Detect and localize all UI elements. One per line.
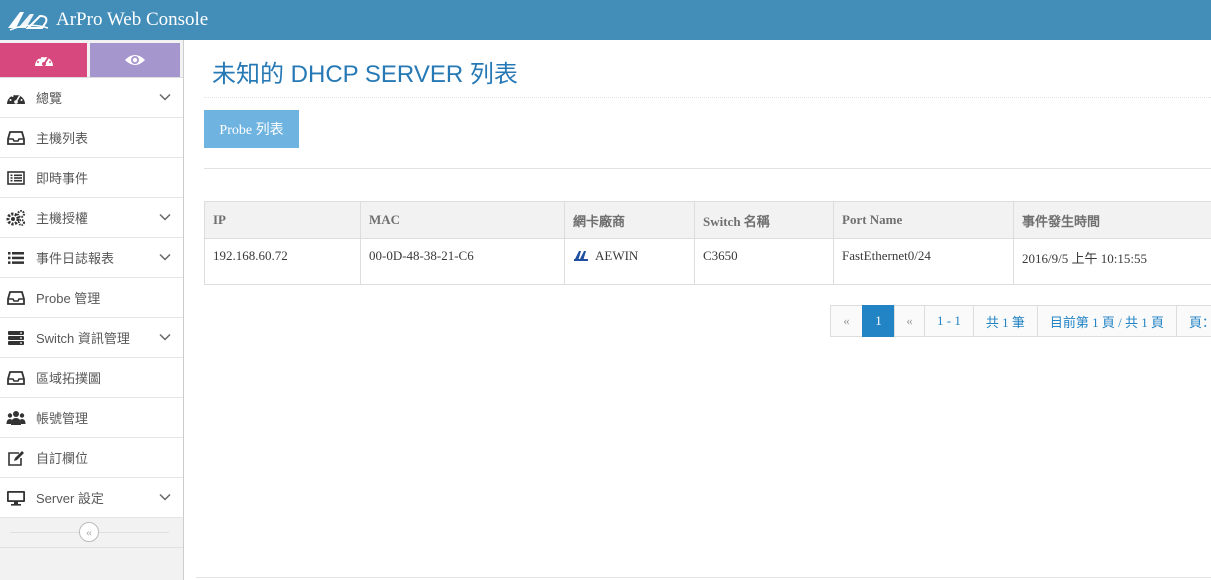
shortcut-eye-button[interactable] bbox=[90, 43, 180, 77]
column-header-mac[interactable]: MAC bbox=[360, 201, 565, 239]
chevron-down-icon bbox=[159, 93, 171, 101]
column-header-port-name[interactable]: Port Name bbox=[833, 201, 1014, 239]
probe-list-button[interactable]: Probe 列表 bbox=[204, 110, 299, 148]
cogs-icon bbox=[6, 208, 26, 228]
inbox-icon bbox=[6, 288, 26, 308]
sidebar-item-label: 主機授權 bbox=[36, 211, 89, 226]
sidebar-item-host-license[interactable]: 主機授權 bbox=[0, 198, 183, 238]
inbox-icon bbox=[6, 128, 26, 148]
pagination-page-info: 目前第 1 頁 / 共 1 頁 bbox=[1036, 305, 1177, 337]
sidebar-item-event-log-report[interactable]: 事件日誌報表 bbox=[0, 238, 183, 278]
sidebar-item-server-settings[interactable]: Server 設定 bbox=[0, 478, 183, 518]
cell-port-name: FastEthernet0/24 bbox=[833, 238, 1014, 285]
sidebar-item-label: 總覽 bbox=[36, 91, 63, 106]
divider bbox=[196, 577, 1211, 578]
top-navbar: ArPro Web Console bbox=[0, 0, 1211, 40]
cell-mac: 00-0D-48-38-21-C6 bbox=[360, 238, 565, 285]
sidebar-item-account-management[interactable]: 帳號管理 bbox=[0, 398, 183, 438]
sidebar-item-label: 帳號管理 bbox=[36, 411, 89, 426]
list-alt-icon bbox=[6, 168, 26, 188]
main-content: 未知的 DHCP SERVER 列表 Probe 列表 IP MAC 網卡廠商 … bbox=[196, 40, 1211, 580]
sidebar-item-label: 主機列表 bbox=[36, 131, 89, 146]
chevron-down-icon bbox=[159, 253, 171, 261]
column-header-event-time[interactable]: 事件發生時間 bbox=[1013, 201, 1211, 239]
chevron-down-icon bbox=[159, 333, 171, 341]
pagination-prev-button[interactable]: « bbox=[894, 305, 925, 337]
pagination-first-button[interactable]: « bbox=[830, 305, 863, 337]
sidebar-item-label: Probe 管理 bbox=[36, 291, 101, 306]
page-title: 未知的 DHCP SERVER 列表 bbox=[212, 61, 518, 88]
sidebar-item-label: Server 設定 bbox=[36, 491, 104, 506]
list-icon bbox=[6, 248, 26, 268]
aewin-logo-icon bbox=[574, 251, 588, 261]
sidebar: 總覽 主機列表 即時事件 主機授權 事件日誌報表 Probe 管理 Switch… bbox=[0, 40, 184, 580]
pagination-total: 共 1 筆 bbox=[972, 305, 1038, 337]
shortcut-dashboard-button[interactable] bbox=[0, 43, 87, 77]
sidebar-nav: 總覽 主機列表 即時事件 主機授權 事件日誌報表 Probe 管理 Switch… bbox=[0, 78, 183, 518]
column-header-switch-name[interactable]: Switch 名稱 bbox=[694, 201, 834, 239]
dhcp-server-table: IP MAC 網卡廠商 Switch 名稱 Port Name 事件發生時間 1… bbox=[204, 201, 1211, 285]
cell-event-time: 2016/9/5 上午 10:15:55 bbox=[1013, 238, 1211, 285]
vendor-cell-content: AEWIN bbox=[573, 248, 694, 264]
sidebar-item-host-list[interactable]: 主機列表 bbox=[0, 118, 183, 158]
sidebar-item-label: 自訂欄位 bbox=[36, 451, 89, 466]
collapse-sidebar-button[interactable]: « bbox=[79, 522, 99, 542]
sidebar-collapse-bar: « bbox=[0, 518, 183, 548]
vendor-name: AEWIN bbox=[595, 248, 639, 263]
cell-switch-name: C3650 bbox=[694, 238, 834, 285]
sidebar-item-topology[interactable]: 區域拓撲圖 bbox=[0, 358, 183, 398]
column-header-vendor[interactable]: 網卡廠商 bbox=[564, 201, 695, 239]
arpro-logo-icon bbox=[8, 12, 49, 31]
eye-icon bbox=[125, 55, 145, 65]
pagination-current-page[interactable]: 1 bbox=[862, 305, 895, 337]
edit-icon bbox=[6, 448, 26, 468]
server-icon bbox=[6, 328, 26, 348]
desktop-icon bbox=[6, 488, 26, 508]
inbox-icon bbox=[6, 368, 26, 388]
sidebar-item-realtime-events[interactable]: 即時事件 bbox=[0, 158, 183, 198]
sidebar-item-label: 事件日誌報表 bbox=[36, 251, 115, 266]
sidebar-item-overview[interactable]: 總覽 bbox=[0, 78, 183, 118]
dashboard-icon bbox=[34, 55, 53, 66]
sidebar-shortcuts bbox=[0, 40, 183, 78]
table-row[interactable]: 192.168.60.72 00-0D-48-38-21-C6 AEWIN C3… bbox=[204, 238, 1211, 285]
column-header-ip[interactable]: IP bbox=[204, 201, 361, 239]
pagination-page-label: 頁： bbox=[1175, 305, 1211, 337]
dashboard-icon bbox=[6, 88, 26, 108]
table-header-row: IP MAC 網卡廠商 Switch 名稱 Port Name 事件發生時間 bbox=[204, 201, 1211, 239]
chevron-down-icon bbox=[159, 213, 171, 221]
sidebar-item-label: 即時事件 bbox=[36, 171, 89, 186]
users-icon bbox=[6, 408, 26, 428]
divider bbox=[204, 168, 1211, 169]
chevron-down-icon bbox=[159, 493, 171, 501]
cell-vendor: AEWIN bbox=[564, 238, 695, 285]
sidebar-item-label: Switch 資訊管理 bbox=[36, 331, 130, 346]
sidebar-item-switch-info[interactable]: Switch 資訊管理 bbox=[0, 318, 183, 358]
sidebar-item-probe-management[interactable]: Probe 管理 bbox=[0, 278, 183, 318]
sidebar-item-custom-fields[interactable]: 自訂欄位 bbox=[0, 438, 183, 478]
divider bbox=[204, 97, 1211, 98]
app-title[interactable]: ArPro Web Console bbox=[56, 9, 208, 31]
pagination-range: 1 - 1 bbox=[924, 305, 974, 337]
cell-ip: 192.168.60.72 bbox=[204, 238, 361, 285]
sidebar-item-label: 區域拓撲圖 bbox=[36, 371, 102, 386]
pagination: « 1 « 1 - 1 共 1 筆 目前第 1 頁 / 共 1 頁 頁： bbox=[830, 305, 1211, 337]
